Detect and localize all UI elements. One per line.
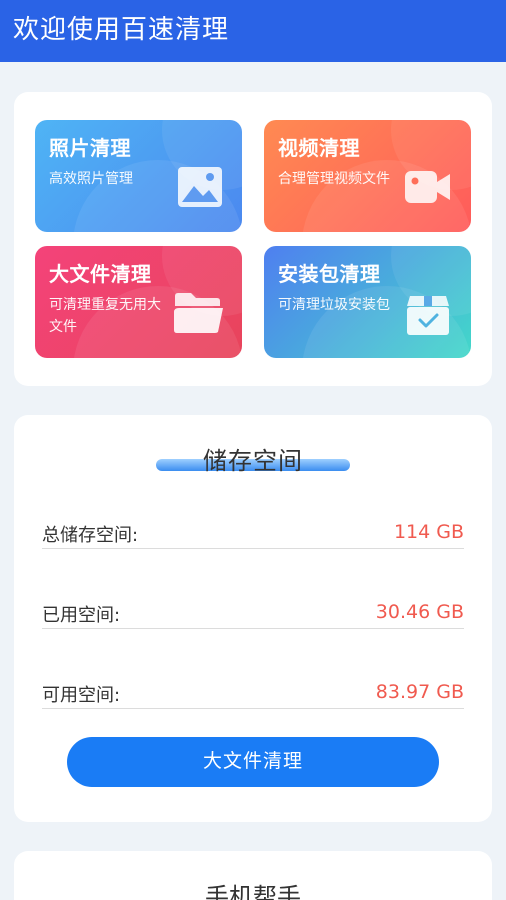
storage-title: 储存空间 — [203, 447, 303, 475]
bigfile-clean-title: 大文件清理 — [49, 262, 152, 286]
storage-panel: 储存空间 总储存空间: 114 GB 已用空间: 30.46 GB 可用空间: … — [14, 415, 492, 822]
photo-clean-desc: 高效照片管理 — [49, 171, 133, 187]
folder-icon — [174, 293, 223, 333]
total-storage-row: 总储存空间: 114 GB — [42, 519, 464, 549]
photo-clean-tile[interactable]: 照片清理 高效照片管理 — [35, 120, 242, 232]
video-camera-icon — [405, 171, 450, 203]
used-storage-value: 30.46 GB — [375, 601, 464, 623]
free-storage-value: 83.97 GB — [375, 681, 464, 703]
total-storage-value: 114 GB — [393, 521, 464, 543]
video-clean-title: 视频清理 — [278, 136, 360, 160]
bigfile-clean-tile[interactable]: 大文件清理 可清理重复无用大文件 — [35, 246, 242, 358]
free-storage-row: 可用空间: 83.97 GB — [42, 679, 464, 709]
video-clean-tile[interactable]: 视频清理 合理管理视频文件 — [264, 120, 471, 232]
apk-clean-tile[interactable]: 安装包清理 可清理垃圾安装包 — [264, 246, 471, 358]
used-storage-row: 已用空间: 30.46 GB — [42, 599, 464, 629]
help-panel: 手机帮手 — [14, 851, 492, 900]
page-title: 欢迎使用百速清理 — [13, 15, 230, 45]
free-storage-label: 可用空间: — [42, 685, 121, 706]
video-clean-desc: 合理管理视频文件 — [278, 171, 390, 187]
photo-clean-title: 照片清理 — [49, 136, 131, 160]
apk-clean-desc: 可清理垃圾安装包 — [278, 297, 390, 313]
used-storage-label: 已用空间: — [42, 605, 121, 626]
bigfile-clean-desc: 可清理重复无用大文件 — [49, 297, 161, 335]
tools-panel: 照片清理 高效照片管理 视频清理 合理管理视频文件 大文件清理 可清理重复无用大… — [14, 92, 492, 386]
bigfile-clean-button[interactable]: 大文件清理 — [67, 737, 439, 787]
storage-heading: 储存空间 — [156, 437, 350, 477]
total-storage-label: 总储存空间: — [42, 525, 139, 546]
apk-clean-title: 安装包清理 — [278, 262, 381, 286]
help-title: 手机帮手 — [205, 883, 301, 900]
package-icon — [407, 296, 449, 335]
image-icon — [178, 167, 222, 207]
app-header: 欢迎使用百速清理 — [0, 0, 506, 62]
